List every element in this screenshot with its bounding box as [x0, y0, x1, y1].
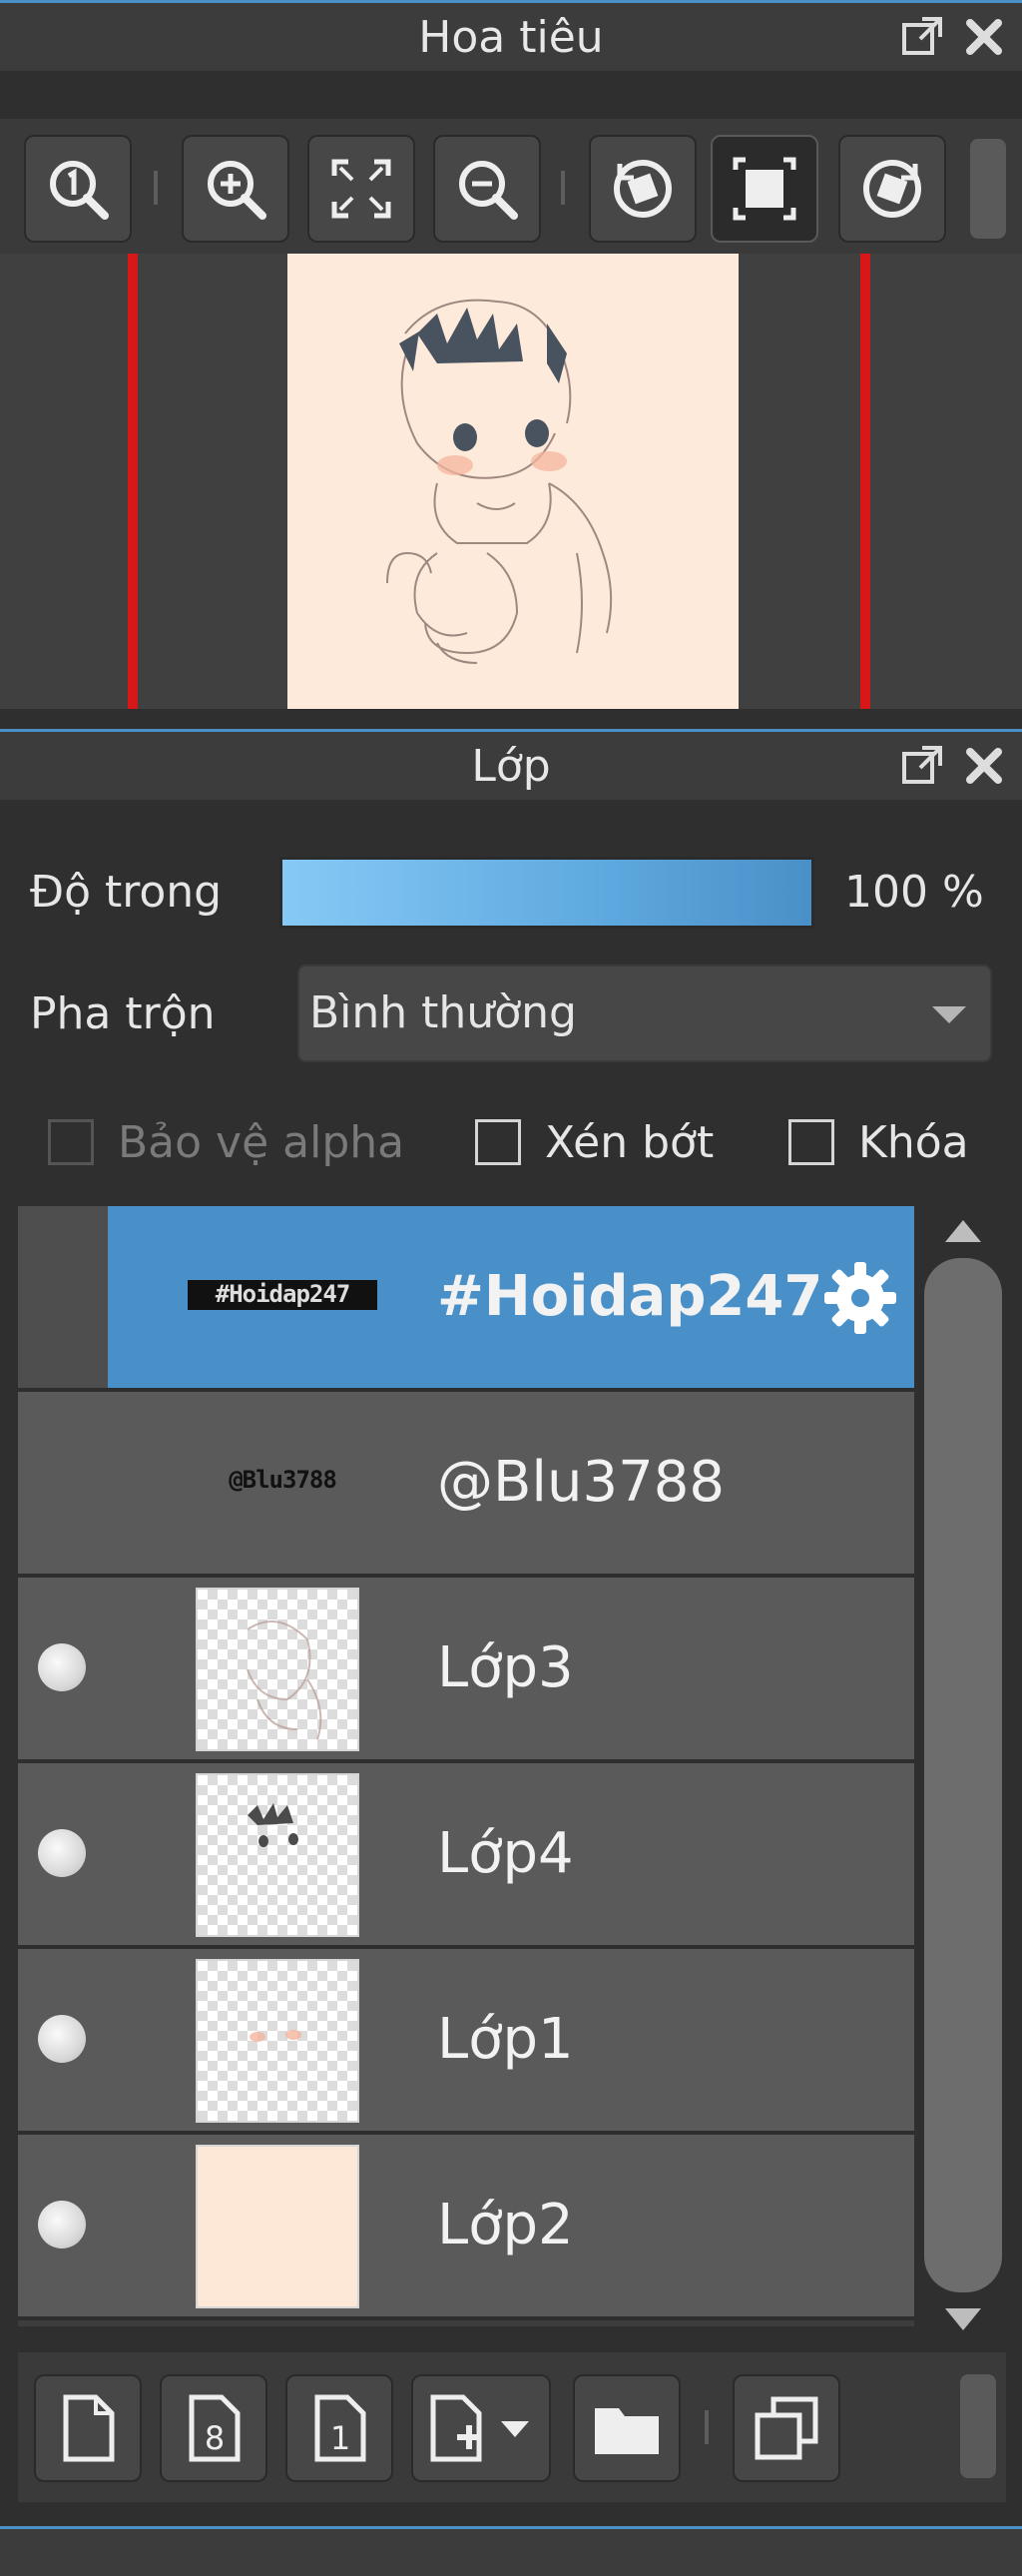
layer-main: Lớp3 — [108, 1578, 914, 1759]
layer-thumbnail — [196, 1773, 359, 1937]
new-layer-1bit-icon[interactable]: 1 — [285, 2374, 393, 2482]
protect-alpha-checkbox[interactable] — [48, 1119, 94, 1165]
layer-thumbnail: @Blu3788 — [229, 1466, 337, 1494]
blend-mode-value: Bình thường — [309, 987, 577, 1038]
duplicate-layer-icon[interactable] — [733, 2374, 840, 2482]
layer-row[interactable]: Lớp2 — [18, 2135, 914, 2320]
layer-main: #Hoidap247 #Hoidap247 — [108, 1206, 914, 1388]
layer-name: #Hoidap247 — [437, 1264, 823, 1329]
layers-title: Lớp — [471, 740, 551, 792]
layer-main: Lớp1 — [108, 1949, 914, 2131]
zoom-actual-icon[interactable] — [24, 135, 132, 243]
next-panel-title-bar — [0, 2526, 1022, 2576]
rotate-left-icon[interactable] — [589, 135, 697, 243]
layer-name: Lớp1 — [437, 2007, 574, 2072]
clipping-label: Xén bớt — [545, 1116, 715, 1168]
layer-toolbar: 8 1 — [18, 2352, 1006, 2502]
layers-title-buttons — [900, 732, 1006, 800]
layer-row[interactable]: Lớp4 — [18, 1763, 914, 1949]
fit-screen-icon[interactable] — [307, 135, 415, 243]
lock-label: Khóa — [858, 1116, 969, 1168]
layer-row[interactable]: @Blu3788 @Blu3788 — [18, 1392, 914, 1578]
blend-mode-select[interactable]: Bình thường — [297, 965, 992, 1062]
blend-label: Pha trộn — [30, 988, 216, 1039]
fit-window-icon[interactable] — [711, 135, 818, 243]
layer-thumbnail — [196, 1588, 359, 1751]
rotate-right-icon[interactable] — [838, 135, 946, 243]
protect-alpha-label: Bảo vệ alpha — [118, 1116, 405, 1168]
new-layer-icon[interactable] — [34, 2374, 142, 2482]
zoom-in-icon[interactable] — [182, 135, 289, 243]
navigator-title: Hoa tiêu — [418, 11, 604, 63]
visibility-toggle[interactable] — [18, 1949, 108, 2131]
navigator-title-bar: Hoa tiêu — [0, 0, 1022, 71]
visibility-toggle[interactable] — [18, 1206, 108, 1388]
chevron-down-icon — [932, 1006, 966, 1023]
layer-name: Lớp2 — [437, 2193, 574, 2257]
canvas-preview — [287, 254, 739, 709]
visibility-dot-icon — [38, 2201, 86, 2249]
layer-main: Lớp2 — [108, 2135, 914, 2316]
scroll-up-icon[interactable] — [918, 1210, 1008, 1250]
view-frame-left — [128, 254, 138, 709]
visibility-toggle[interactable] — [18, 1578, 108, 1759]
layer-row[interactable]: Lớp3 — [18, 1578, 914, 1763]
view-frame-right — [860, 254, 870, 709]
clipping-checkbox[interactable] — [475, 1119, 521, 1165]
layer-thumbnail — [196, 2145, 359, 2308]
layer-list-scrollbar[interactable] — [918, 1206, 1008, 2344]
opacity-label: Độ trong — [30, 867, 223, 918]
lock-checkbox[interactable] — [788, 1119, 834, 1165]
layer-name: @Blu3788 — [437, 1450, 725, 1515]
folder-icon[interactable] — [573, 2374, 681, 2482]
visibility-dot-icon — [38, 1643, 86, 1691]
scroll-down-icon[interactable] — [918, 2300, 1008, 2340]
visibility-dot-icon — [38, 2015, 86, 2063]
close-icon[interactable] — [962, 15, 1006, 59]
layers-title-bar: Lớp — [0, 729, 1022, 800]
layer-name: Lớp4 — [437, 1821, 574, 1886]
opacity-slider[interactable] — [279, 857, 814, 929]
gear-icon[interactable] — [818, 1256, 902, 1340]
navigator-toolbar — [0, 119, 1022, 254]
svg-text:8: 8 — [205, 2419, 225, 2457]
new-layer-8bit-icon[interactable]: 8 — [160, 2374, 267, 2482]
scroll-thumb[interactable] — [924, 1258, 1002, 2292]
navigator-title-buttons — [900, 3, 1006, 71]
add-layer-menu-icon[interactable] — [411, 2374, 551, 2482]
layer-main: @Blu3788 @Blu3788 — [108, 1392, 914, 1574]
visibility-toggle[interactable] — [18, 1392, 108, 1574]
navigator-preview[interactable] — [0, 254, 1022, 709]
visibility-dot-icon — [38, 1829, 86, 1877]
zoom-out-icon[interactable] — [433, 135, 541, 243]
close-icon[interactable] — [962, 744, 1006, 788]
visibility-toggle[interactable] — [18, 1763, 108, 1945]
detach-icon[interactable] — [900, 744, 944, 788]
toolbar-scrollbar[interactable] — [970, 139, 1006, 239]
clipping-option: Xén bớt — [475, 1106, 714, 1178]
layer-thumbnail — [196, 1959, 359, 2123]
visibility-toggle[interactable] — [18, 2135, 108, 2316]
lock-option: Khóa — [788, 1106, 969, 1178]
svg-text:1: 1 — [330, 2419, 350, 2457]
layer-thumbnail: #Hoidap247 — [188, 1280, 377, 1310]
layer-row[interactable]: #Hoidap247 #Hoidap247 — [18, 1206, 914, 1392]
layer-name: Lớp3 — [437, 1635, 574, 1700]
layer-main: Lớp4 — [108, 1763, 914, 1945]
toolbar-scrollbar[interactable] — [960, 2374, 996, 2478]
layer-list: #Hoidap247 #Hoidap247 @Blu3788 @Blu3788 … — [18, 1206, 914, 2326]
detach-icon[interactable] — [900, 15, 944, 59]
layer-row[interactable]: Lớp1 — [18, 1949, 914, 2135]
opacity-value: 100 % — [844, 867, 984, 918]
protect-alpha-option: Bảo vệ alpha — [48, 1106, 404, 1178]
sketch-illustration — [386, 299, 613, 664]
